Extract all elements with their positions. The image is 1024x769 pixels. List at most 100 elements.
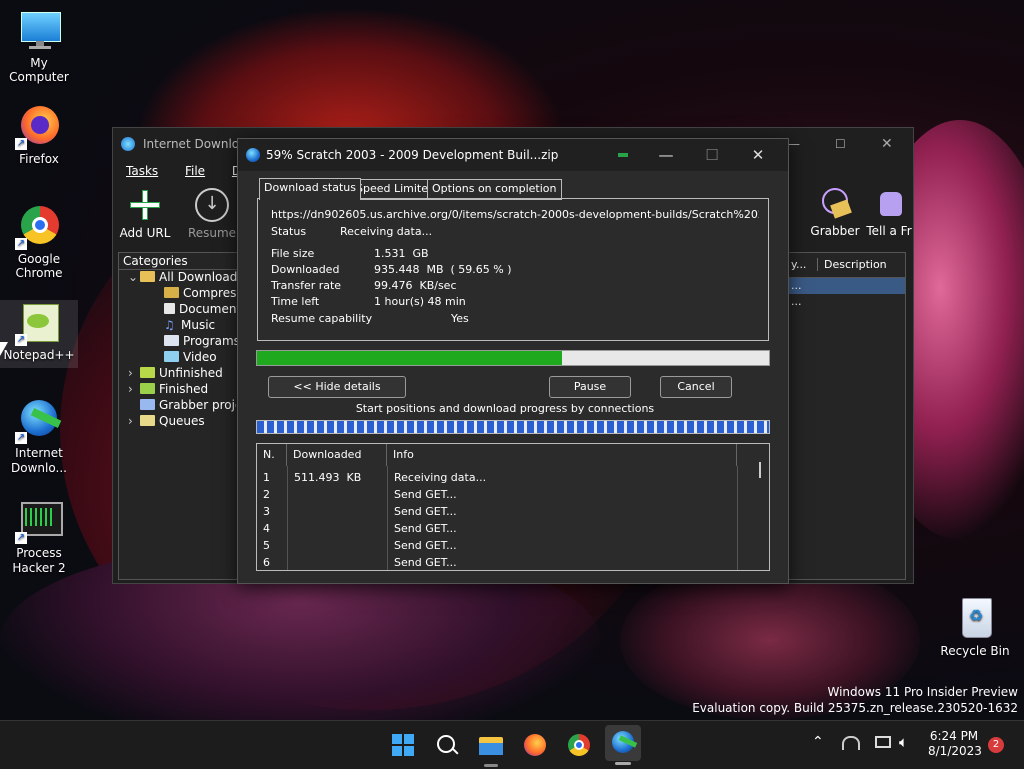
row-cell-n: 4 bbox=[263, 522, 270, 535]
shortcut-arrow-icon: ↗ bbox=[15, 138, 27, 150]
maximize-button[interactable]: ☐ bbox=[689, 139, 735, 171]
time-left-value: 1 hour(s) 48 min bbox=[374, 295, 466, 308]
expand-chevron-icon[interactable]: › bbox=[128, 382, 140, 396]
table-row[interactable]: ... bbox=[787, 294, 905, 310]
menu-file[interactable]: File bbox=[185, 164, 205, 178]
tree-item-finished[interactable]: › Finished bbox=[128, 382, 208, 396]
tree-label: Queues bbox=[159, 414, 205, 428]
tree-item-programs[interactable]: Programs bbox=[164, 334, 240, 348]
connections-table[interactable]: N. Downloaded Info 1 511.493 KB Receiving … bbox=[256, 443, 770, 571]
desktop-icon-idm[interactable]: ↗ Internet Downlo... bbox=[0, 398, 78, 476]
tree-item-documents[interactable]: Documents bbox=[164, 302, 247, 316]
row-cell-info: Receiving data... bbox=[394, 471, 487, 484]
tree-item-music[interactable]: ♫ Music bbox=[164, 318, 215, 332]
tab-download-status[interactable]: Download status bbox=[259, 178, 361, 200]
column-header-n[interactable]: N. bbox=[257, 444, 287, 466]
grabber-label: Grabber bbox=[810, 224, 860, 238]
file-explorer-icon[interactable] bbox=[477, 731, 505, 767]
connections-caption: Start positions and download progress by… bbox=[355, 402, 655, 415]
status-label: Status bbox=[271, 225, 307, 238]
table-row[interactable]: 5 Send GET... bbox=[257, 537, 751, 554]
dialog-title-bar[interactable]: 59% Scratch 2003 - 2009 Development Buil… bbox=[238, 139, 788, 171]
desktop-icon-firefox[interactable]: ↗ Firefox bbox=[0, 104, 78, 166]
minimize-button[interactable]: — bbox=[788, 128, 800, 160]
firefox-icon[interactable] bbox=[521, 731, 549, 759]
tab-speed-limiter[interactable]: Speed Limiter bbox=[351, 179, 438, 200]
tree-item-all-downloads[interactable]: ⌄ All Downloads bbox=[128, 270, 244, 284]
tree-item-grabber-projects[interactable]: Grabber project bbox=[140, 398, 236, 412]
tree-item-queues[interactable]: › Queues bbox=[128, 414, 205, 428]
desktop-icon-label: Firefox bbox=[19, 152, 59, 166]
table-row[interactable]: 6 Send GET... bbox=[257, 554, 751, 570]
clock[interactable]: 6:24 PM 8/1/2023 bbox=[928, 729, 982, 759]
column-header-downloaded[interactable]: Downloaded bbox=[287, 444, 387, 466]
recycle-bin-icon: ♻ bbox=[953, 596, 997, 640]
volume-icon[interactable]: 🔈︎ bbox=[899, 733, 908, 751]
maximize-button[interactable]: ☐ bbox=[835, 128, 846, 160]
plus-icon bbox=[128, 188, 162, 222]
file-size-label: File size bbox=[271, 247, 315, 260]
row-cell-n: 3 bbox=[263, 505, 270, 518]
music-note-icon: ♫ bbox=[164, 318, 175, 332]
table-row[interactable]: 4 Send GET... bbox=[257, 520, 751, 537]
tree-item-unfinished[interactable]: › Unfinished bbox=[128, 366, 223, 380]
collapse-chevron-icon[interactable]: ⌄ bbox=[128, 270, 140, 284]
grabber-button[interactable]: Grabber bbox=[805, 186, 865, 238]
column-header-info[interactable]: Info bbox=[387, 444, 737, 466]
desktop-icon-chrome[interactable]: ↗ Google Chrome bbox=[0, 204, 78, 280]
display-network-icon[interactable] bbox=[875, 736, 891, 748]
expand-chevron-icon[interactable]: › bbox=[128, 366, 140, 380]
tell-a-friend-button[interactable]: Tell a Fr bbox=[866, 186, 912, 238]
compressed-icon bbox=[164, 287, 179, 298]
cancel-button[interactable]: Cancel bbox=[660, 376, 732, 398]
list-header: y... Description bbox=[787, 253, 905, 278]
tree-item-video[interactable]: Video bbox=[164, 350, 217, 364]
tab-options-on-completion[interactable]: Options on completion bbox=[427, 179, 562, 200]
table-row[interactable]: 1 511.493 KB Receiving data... bbox=[257, 469, 751, 486]
row-cell-n: 1 bbox=[263, 471, 270, 484]
progress-fill bbox=[257, 351, 563, 365]
expand-chevron-icon[interactable]: › bbox=[128, 414, 140, 428]
start-icon[interactable] bbox=[389, 731, 417, 759]
table-row[interactable]: 2 Send GET... bbox=[257, 486, 751, 503]
row-cell-info: Send GET... bbox=[394, 488, 457, 501]
desktop-icon-my-computer[interactable]: My Computer bbox=[0, 8, 78, 84]
add-url-label: Add URL bbox=[119, 226, 171, 240]
close-button[interactable]: ✕ bbox=[881, 128, 893, 160]
resume-capability-value: Yes bbox=[451, 312, 469, 325]
time-left-label: Time left bbox=[271, 295, 320, 308]
desktop-icon-notepadpp[interactable]: ↗ Notepad++ bbox=[0, 300, 78, 368]
add-url-button[interactable]: Add URL bbox=[115, 188, 175, 240]
thumbs-up-icon bbox=[872, 186, 906, 220]
idm-icon[interactable] bbox=[605, 725, 641, 765]
column-header-description[interactable]: Description bbox=[817, 258, 887, 271]
folder-open-icon bbox=[140, 271, 155, 282]
status-value: Receiving data... bbox=[340, 225, 433, 238]
show-hidden-icons-chevron[interactable]: ⌃ bbox=[812, 734, 824, 750]
table-row[interactable]: ... bbox=[787, 278, 905, 294]
firefox-icon: ↗ bbox=[15, 104, 61, 150]
tree-label: Video bbox=[183, 350, 217, 364]
table-scrollbar[interactable] bbox=[751, 462, 768, 570]
downloaded-label: Downloaded bbox=[271, 263, 340, 276]
desktop-icon-process-hacker[interactable]: ↗ Process Hacker 2 bbox=[0, 498, 78, 576]
search-icon[interactable] bbox=[433, 731, 461, 759]
desktop-icon-recycle-bin[interactable]: ♻ Recycle Bin bbox=[936, 596, 1014, 658]
scrollbar-thumb[interactable] bbox=[759, 462, 761, 478]
network-offline-icon[interactable] bbox=[842, 736, 860, 750]
chrome-icon[interactable] bbox=[565, 731, 593, 759]
pause-button[interactable]: Pause bbox=[549, 376, 631, 398]
download-list[interactable]: y... Description ... ... bbox=[786, 252, 906, 580]
hide-details-button[interactable]: << Hide details bbox=[268, 376, 406, 398]
table-row[interactable]: 3 Send GET... bbox=[257, 503, 751, 520]
dialog-title: 59% Scratch 2003 - 2009 Development Buil… bbox=[266, 148, 559, 162]
close-button[interactable]: ✕ bbox=[735, 139, 781, 171]
minimize-button[interactable]: — bbox=[643, 139, 689, 171]
menu-tasks[interactable]: Tasks bbox=[126, 164, 158, 178]
column-header[interactable]: y... bbox=[791, 258, 806, 271]
desktop-icon-label: Internet Downlo... bbox=[11, 446, 67, 475]
download-progress-dialog[interactable]: 59% Scratch 2003 - 2009 Development Buil… bbox=[237, 138, 789, 584]
resume-button[interactable]: ↓ Resume bbox=[182, 188, 242, 240]
transfer-rate-label: Transfer rate bbox=[271, 279, 342, 292]
notification-badge[interactable]: 2 bbox=[988, 737, 1004, 753]
